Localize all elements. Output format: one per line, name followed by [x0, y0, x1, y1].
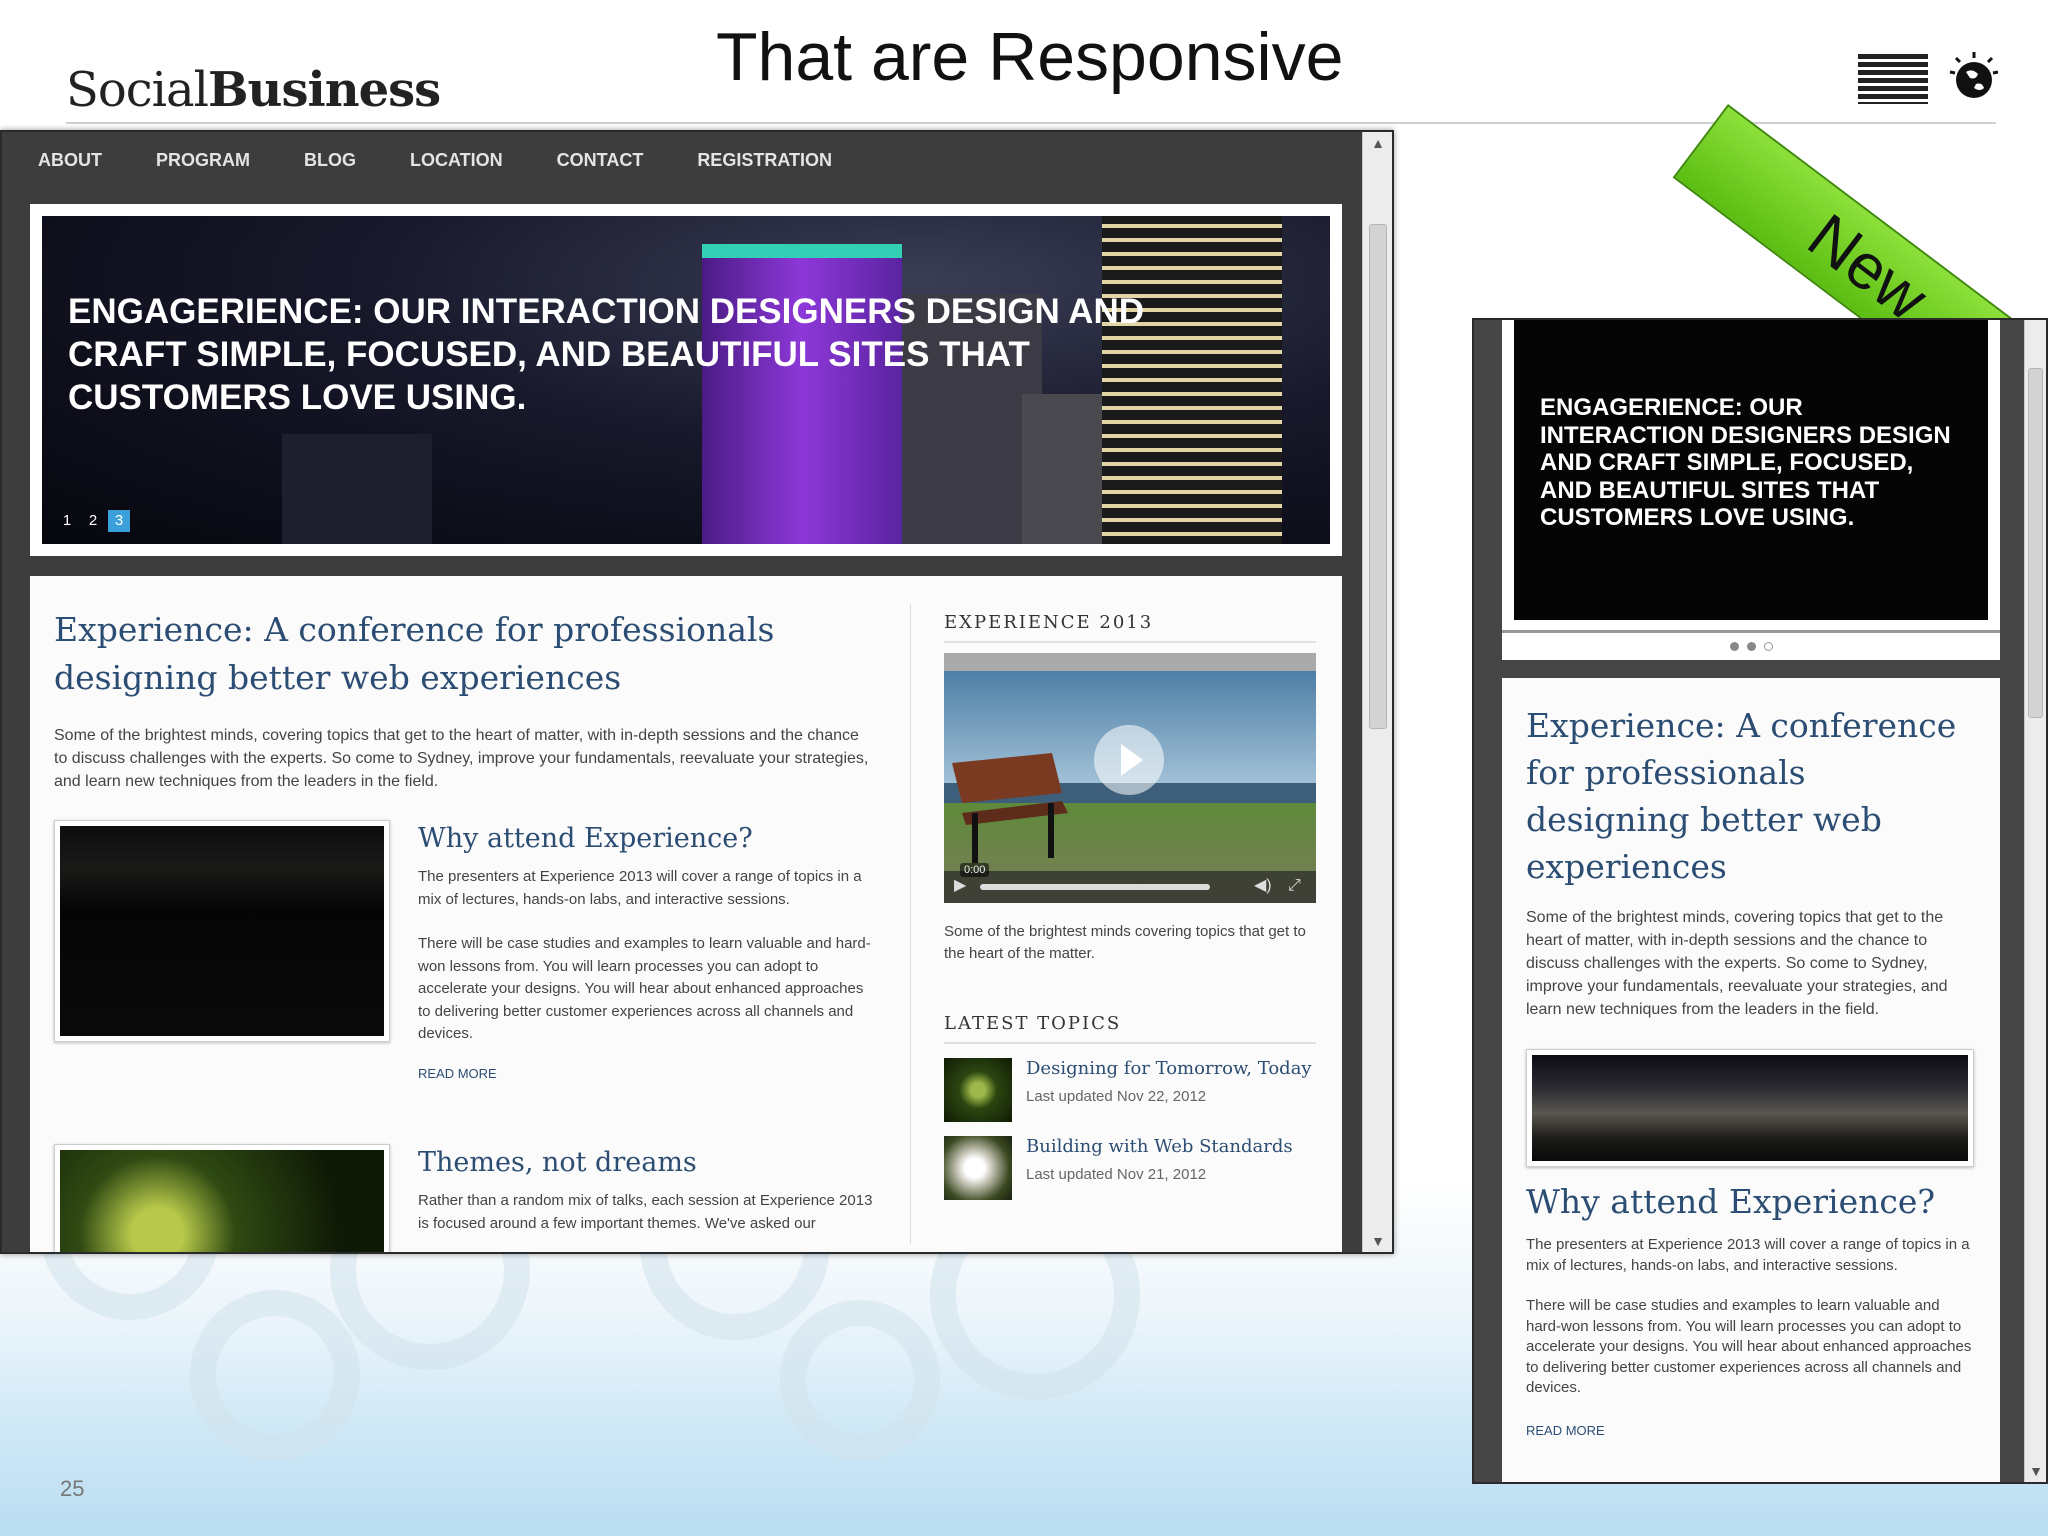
slide-dot[interactable]	[1729, 642, 1739, 651]
topic-thumbnail	[944, 1058, 1012, 1122]
latest-topics-heading: LATEST TOPICS	[944, 1013, 1316, 1044]
fullscreen-icon[interactable]: ⤢	[1288, 877, 1301, 895]
mobile-slide-pager	[1502, 630, 2000, 660]
play-icon[interactable]	[1094, 725, 1164, 795]
topic-date: Last updated Nov 22, 2012	[1026, 1088, 1207, 1105]
slide-dot-1[interactable]: 1	[56, 510, 78, 532]
article-paragraph: Rather than a random mix of talks, each …	[418, 1192, 873, 1232]
slide-dot-2[interactable]: 2	[82, 510, 104, 532]
mobile-hero-caption: ENGAGERIENCE: OUR INTERACTION DESIGNERS …	[1540, 394, 1951, 531]
background-ring	[190, 1290, 360, 1460]
hero-caption: ENGAGERIENCE: OUR INTERACTION DESIGNERS …	[68, 292, 1145, 417]
title-divider	[66, 122, 1996, 124]
succulent-photo	[60, 1150, 384, 1252]
slide-dot-3[interactable]: 3	[108, 510, 130, 532]
mobile-read-more-link[interactable]: READ MORE	[1526, 1423, 1976, 1438]
video-caption: Some of the brightest minds covering top…	[944, 923, 1306, 962]
column-divider	[910, 604, 911, 1244]
mobile-scroll-thumb[interactable]	[2028, 368, 2043, 718]
topic-item[interactable]: Building with Web Standards Last updated…	[944, 1136, 1316, 1206]
slide-pager: 1 2 3	[56, 510, 130, 532]
video-progress-bar[interactable]	[980, 884, 1210, 890]
hero-slider: ENGAGERIENCE: OUR INTERACTION DESIGNERS …	[30, 204, 1342, 556]
ibm-logo	[1858, 54, 1928, 104]
social-business-logo: SocialBusiness	[66, 62, 441, 118]
article-themes: Themes, not dreams Rather than a random …	[54, 1144, 874, 1252]
mobile-page-heading: Experience: A conference for professiona…	[1526, 706, 1957, 886]
slide-dot[interactable]	[1746, 642, 1756, 651]
top-navigation: ABOUT PROGRAM BLOG LOCATION CONTACT REGI…	[2, 132, 1364, 188]
hero-image: ENGAGERIENCE: OUR INTERACTION DESIGNERS …	[42, 216, 1330, 544]
mobile-intro-paragraph: Some of the brightest minds, covering to…	[1526, 909, 1948, 1018]
main-column: Experience: A conference for professiona…	[54, 606, 874, 793]
play-small-icon[interactable]: ▶	[954, 875, 966, 895]
mobile-article-paragraph: The presenters at Experience 2013 will c…	[1526, 1236, 1970, 1274]
article-paragraph: There will be case studies and examples …	[418, 935, 871, 1042]
nav-contact[interactable]: CONTACT	[557, 150, 644, 171]
desktop-browser-window: ABOUT PROGRAM BLOG LOCATION CONTACT REGI…	[0, 130, 1394, 1254]
mobile-article-paragraph: There will be case studies and examples …	[1526, 1297, 1972, 1396]
mobile-hero-image: ENGAGERIENCE: OUR INTERACTION DESIGNERS …	[1514, 320, 1988, 620]
slide-title: That are Responsive	[716, 19, 1344, 95]
article-thumbnail[interactable]	[54, 1144, 390, 1252]
scroll-down-arrow[interactable]: ▼	[2025, 1460, 2046, 1482]
mobile-hero-slider: ENGAGERIENCE: OUR INTERACTION DESIGNERS …	[1502, 320, 2000, 660]
topic-item[interactable]: Designing for Tomorrow, Today Last updat…	[944, 1058, 1316, 1128]
read-more-link[interactable]: READ MORE	[418, 1066, 878, 1081]
bench-image	[952, 753, 1068, 863]
video-player[interactable]: 0:00 ▶ ◀) ⤢	[944, 653, 1316, 903]
mobile-browser-window: ENGAGERIENCE: OUR INTERACTION DESIGNERS …	[1472, 318, 2048, 1484]
video-letterbox	[944, 653, 1316, 673]
nav-about[interactable]: ABOUT	[38, 150, 102, 171]
volume-icon[interactable]: ◀)	[1254, 875, 1272, 895]
article-title[interactable]: Themes, not dreams	[418, 1144, 878, 1182]
scroll-up-arrow[interactable]: ▲	[1363, 132, 1392, 154]
page-heading: Experience: A conference for professiona…	[54, 610, 775, 697]
topic-date: Last updated Nov 21, 2012	[1026, 1166, 1207, 1183]
nav-location[interactable]: LOCATION	[410, 150, 503, 171]
scroll-thumb[interactable]	[1369, 224, 1387, 729]
scroll-down-arrow[interactable]: ▼	[1363, 1230, 1392, 1252]
article-text: Themes, not dreams Rather than a random …	[418, 1144, 878, 1235]
topic-title[interactable]: Building with Web Standards	[1026, 1136, 1293, 1157]
article-why-attend: Why attend Experience? The presenters at…	[54, 820, 874, 1081]
article-thumbnail[interactable]	[54, 820, 390, 1042]
video-heading: EXPERIENCE 2013	[944, 612, 1316, 643]
nav-blog[interactable]: BLOG	[304, 150, 356, 171]
vertical-scrollbar[interactable]: ▲ ▼	[1362, 132, 1392, 1252]
mobile-article-title[interactable]: Why attend Experience?	[1526, 1179, 1976, 1225]
intro-paragraph: Some of the brightest minds, covering to…	[54, 727, 869, 790]
night-harbour-photo	[60, 826, 384, 1036]
article-title[interactable]: Why attend Experience?	[418, 820, 878, 858]
harbour-promenade-photo	[1532, 1055, 1968, 1161]
sidebar: EXPERIENCE 2013 0:00 ▶ ◀) ⤢ Some of the …	[944, 612, 1316, 1206]
slide-dot[interactable]	[1763, 642, 1773, 651]
background-ring	[780, 1300, 940, 1460]
page-number: 25	[60, 1476, 85, 1501]
building-silhouette	[282, 434, 432, 544]
nav-registration[interactable]: REGISTRATION	[697, 150, 832, 171]
page-content: Experience: A conference for professiona…	[30, 576, 1342, 1252]
topic-title[interactable]: Designing for Tomorrow, Today	[1026, 1058, 1312, 1079]
mobile-page-content: Experience: A conference for professiona…	[1502, 678, 2000, 1482]
globe-icon	[1949, 52, 1999, 98]
mobile-vertical-scrollbar[interactable]: ▼	[2024, 320, 2046, 1482]
nav-program[interactable]: PROGRAM	[156, 150, 250, 171]
topic-thumbnail	[944, 1136, 1012, 1200]
article-text: Why attend Experience? The presenters at…	[418, 820, 878, 1081]
mobile-article-thumbnail[interactable]	[1526, 1049, 1974, 1167]
article-paragraph: The presenters at Experience 2013 will c…	[418, 868, 862, 908]
